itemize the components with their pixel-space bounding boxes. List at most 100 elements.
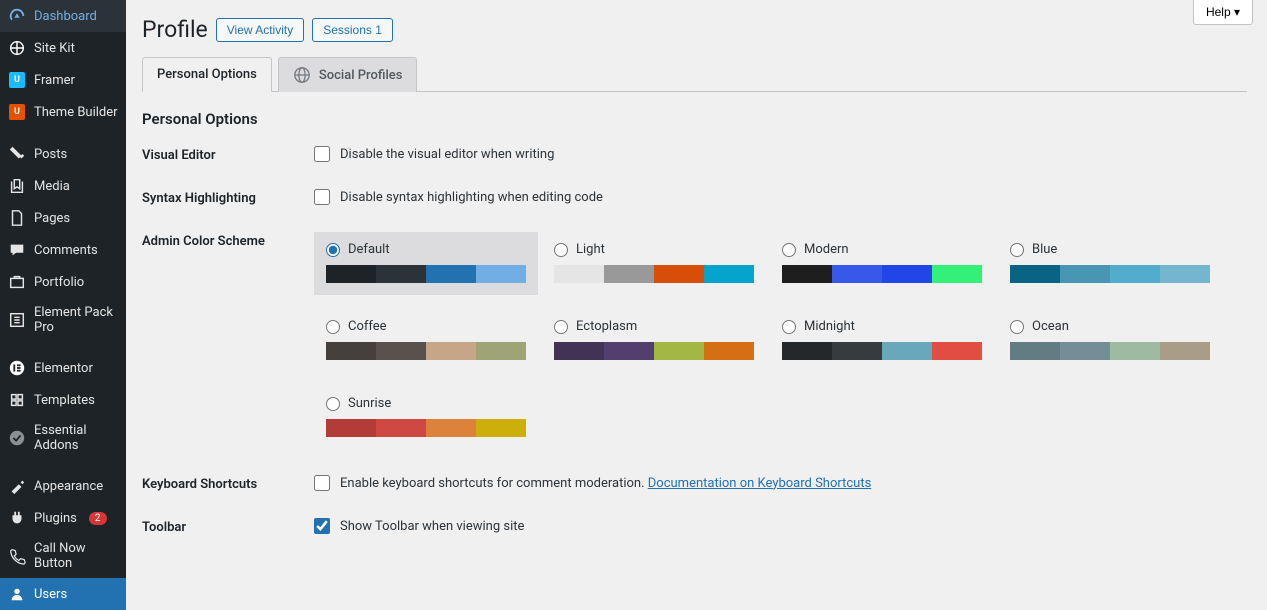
swatch bbox=[376, 342, 426, 360]
help-button[interactable]: Help ▾ bbox=[1193, 0, 1253, 25]
color-scheme-radio[interactable] bbox=[326, 243, 340, 257]
swatch bbox=[426, 419, 476, 437]
sidebar-item-label: Plugins bbox=[34, 511, 77, 526]
sidebar-item-theme-builder[interactable]: UTheme Builder bbox=[0, 96, 126, 128]
sidebar-item-label: Portfolio bbox=[34, 275, 84, 290]
swatch bbox=[882, 265, 932, 283]
swatch-row bbox=[1010, 265, 1210, 283]
swatch bbox=[476, 342, 526, 360]
checkbox-text: Disable the visual editor when writing bbox=[340, 147, 554, 162]
color-scheme-radio[interactable] bbox=[1010, 243, 1024, 257]
tab-personal-options[interactable]: Personal Options bbox=[142, 57, 272, 92]
color-scheme-sunrise[interactable]: Sunrise bbox=[314, 386, 538, 449]
sidebar-item-site-kit[interactable]: Site Kit bbox=[0, 32, 126, 64]
sidebar-item-label: Pages bbox=[34, 211, 70, 226]
sidebar-item-label: Theme Builder bbox=[34, 105, 118, 120]
sidebar-item-label: Elementor bbox=[34, 361, 93, 376]
color-scheme-light[interactable]: Light bbox=[542, 232, 766, 295]
callnow-icon bbox=[8, 547, 26, 565]
globe-icon bbox=[293, 66, 311, 84]
profile-tabs: Personal Options Social Profiles bbox=[142, 57, 1247, 92]
swatch bbox=[932, 342, 982, 360]
swatch bbox=[1010, 342, 1060, 360]
main-content: Help ▾ Profile View Activity Sessions 1 … bbox=[126, 0, 1267, 610]
sidebar-item-label: Site Kit bbox=[34, 41, 75, 56]
checkbox-text: Enable keyboard shortcuts for comment mo… bbox=[340, 476, 871, 491]
swatch bbox=[882, 342, 932, 360]
color-scheme-radio[interactable] bbox=[782, 320, 796, 334]
field-label: Syntax Highlighting bbox=[142, 189, 314, 206]
tab-social-profiles[interactable]: Social Profiles bbox=[278, 57, 418, 92]
sidebar-item-portfolio[interactable]: Portfolio bbox=[0, 266, 126, 298]
ea-icon bbox=[8, 429, 26, 447]
swatch-row bbox=[326, 265, 526, 283]
color-scheme-radio[interactable] bbox=[554, 320, 568, 334]
keyboard-checkbox-label[interactable]: Enable keyboard shortcuts for comment mo… bbox=[314, 475, 1247, 491]
syntax-checkbox-label[interactable]: Disable syntax highlighting when editing… bbox=[314, 189, 1247, 205]
swatch bbox=[1010, 265, 1060, 283]
sidebar-item-call-now-button[interactable]: Call Now Button bbox=[0, 534, 126, 578]
sidebar-item-elementor[interactable]: Elementor bbox=[0, 352, 126, 384]
swatch bbox=[654, 265, 704, 283]
section-title: Personal Options bbox=[142, 110, 1247, 128]
color-scheme-midnight[interactable]: Midnight bbox=[770, 309, 994, 372]
swatch bbox=[1160, 342, 1210, 360]
sidebar-item-media[interactable]: Media bbox=[0, 170, 126, 202]
row-color-scheme: Admin Color Scheme DefaultLightModernBlu… bbox=[142, 232, 1247, 449]
sidebar-item-posts[interactable]: Posts bbox=[0, 138, 126, 170]
color-scheme-name: Ocean bbox=[1032, 319, 1069, 334]
color-scheme-ectoplasm[interactable]: Ectoplasm bbox=[542, 309, 766, 372]
sidebar-item-dashboard[interactable]: Dashboard bbox=[0, 0, 126, 32]
sidebar-item-comments[interactable]: Comments bbox=[0, 234, 126, 266]
elementor-icon bbox=[8, 359, 26, 377]
color-scheme-radio[interactable] bbox=[1010, 320, 1024, 334]
visual-editor-checkbox-label[interactable]: Disable the visual editor when writing bbox=[314, 146, 1247, 162]
tab-label: Social Profiles bbox=[319, 68, 403, 83]
field-label: Toolbar bbox=[142, 518, 314, 535]
swatch bbox=[376, 265, 426, 283]
color-scheme-radio[interactable] bbox=[326, 320, 340, 334]
sidebar-item-essential-addons[interactable]: Essential Addons bbox=[0, 416, 126, 460]
field-label: Admin Color Scheme bbox=[142, 232, 314, 249]
color-scheme-blue[interactable]: Blue bbox=[998, 232, 1222, 295]
row-syntax-highlighting: Syntax Highlighting Disable syntax highl… bbox=[142, 189, 1247, 206]
swatch bbox=[326, 265, 376, 283]
keyboard-doc-link[interactable]: Documentation on Keyboard Shortcuts bbox=[648, 476, 872, 491]
sidebar-item-element-pack-pro[interactable]: Element Pack Pro bbox=[0, 298, 126, 342]
row-toolbar: Toolbar Show Toolbar when viewing site bbox=[142, 518, 1247, 535]
toolbar-checkbox-label[interactable]: Show Toolbar when viewing site bbox=[314, 518, 1247, 534]
sidebar-item-plugins[interactable]: Plugins2 bbox=[0, 502, 126, 534]
syntax-checkbox[interactable] bbox=[314, 189, 330, 205]
swatch bbox=[704, 342, 754, 360]
color-scheme-default[interactable]: Default bbox=[314, 232, 538, 295]
color-scheme-modern[interactable]: Modern bbox=[770, 232, 994, 295]
sidebar-item-pages[interactable]: Pages bbox=[0, 202, 126, 234]
color-scheme-name: Ectoplasm bbox=[576, 319, 637, 334]
sidebar-item-label: Templates bbox=[34, 393, 95, 408]
color-scheme-ocean[interactable]: Ocean bbox=[998, 309, 1222, 372]
page-title: Profile bbox=[142, 16, 208, 43]
swatch bbox=[832, 342, 882, 360]
sidebar-item-framer[interactable]: UFramer bbox=[0, 64, 126, 96]
keyboard-checkbox[interactable] bbox=[314, 475, 330, 491]
sidebar-item-appearance[interactable]: Appearance bbox=[0, 470, 126, 502]
color-scheme-radio[interactable] bbox=[782, 243, 796, 257]
sidebar-item-label: Comments bbox=[34, 243, 98, 258]
color-scheme-coffee[interactable]: Coffee bbox=[314, 309, 538, 372]
visual-editor-checkbox[interactable] bbox=[314, 146, 330, 162]
sidebar-item-label: Posts bbox=[34, 147, 67, 162]
view-activity-button[interactable]: View Activity bbox=[216, 18, 304, 42]
sidebar-item-templates[interactable]: Templates bbox=[0, 384, 126, 416]
sessions-button[interactable]: Sessions 1 bbox=[312, 18, 393, 42]
tab-label: Personal Options bbox=[157, 67, 257, 82]
swatch bbox=[654, 342, 704, 360]
page-heading-row: Profile View Activity Sessions 1 bbox=[142, 16, 1247, 43]
swatch-row bbox=[554, 342, 754, 360]
sidebar-item-users[interactable]: Users bbox=[0, 578, 126, 610]
toolbar-checkbox[interactable] bbox=[314, 518, 330, 534]
swatch bbox=[554, 265, 604, 283]
posts-icon bbox=[8, 145, 26, 163]
color-scheme-radio[interactable] bbox=[554, 243, 568, 257]
color-scheme-radio[interactable] bbox=[326, 397, 340, 411]
admin-sidebar: Dashboard Site Kit UFramerUTheme Builder Po… bbox=[0, 0, 126, 610]
